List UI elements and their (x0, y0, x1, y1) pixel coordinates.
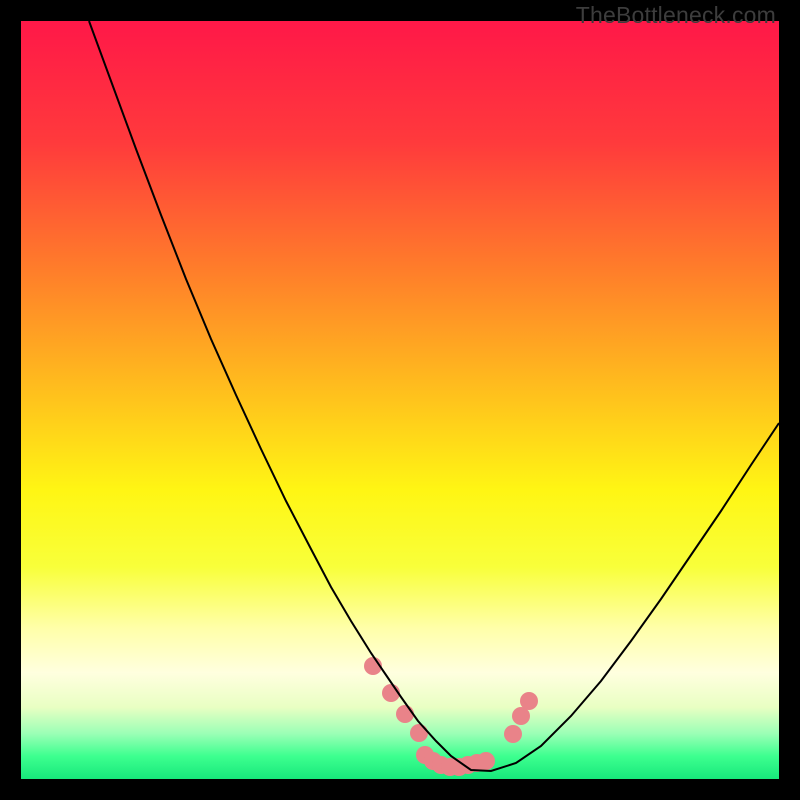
highlight-dot (410, 724, 428, 742)
gradient-background (21, 21, 779, 779)
chart-svg (21, 21, 779, 779)
watermark-text: TheBottleneck.com (576, 2, 776, 29)
highlight-dot (396, 705, 414, 723)
highlight-dot (477, 752, 495, 770)
highlight-dot (504, 725, 522, 743)
plot-area (21, 21, 779, 779)
highlight-dot (520, 692, 538, 710)
